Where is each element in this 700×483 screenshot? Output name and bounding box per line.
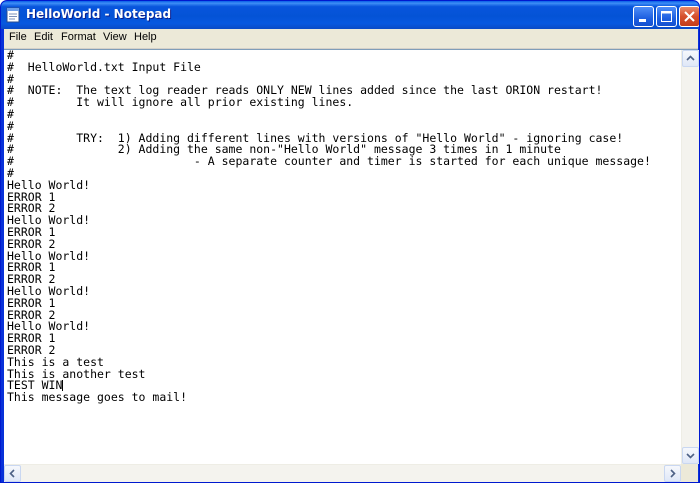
text-line: # HelloWorld.txt Input File	[7, 59, 201, 74]
menu-help[interactable]: Help	[134, 31, 157, 43]
text-line: Hello World!	[7, 319, 91, 334]
text-line: ERROR 2	[7, 342, 56, 357]
title-bar[interactable]: HelloWorld - Notepad	[1, 1, 699, 29]
text-line: This is another test	[7, 366, 146, 381]
text-line: ERROR 1	[7, 224, 56, 239]
minimize-icon	[639, 19, 646, 22]
menu-view[interactable]: View	[103, 31, 127, 43]
text-line: ERROR 2	[7, 272, 56, 287]
scroll-right-button[interactable]	[664, 465, 681, 482]
size-grip[interactable]	[681, 464, 698, 482]
text-line: ERROR 1	[7, 260, 56, 275]
close-button[interactable]	[679, 6, 699, 27]
text-line: ERROR 1	[7, 189, 56, 204]
text-line: This message goes to mail!	[7, 390, 188, 405]
text-line: Hello World!	[7, 283, 91, 298]
text-line: Hello World!	[7, 177, 91, 192]
document-text[interactable]: # # HelloWorld.txt Input File # # NOTE: The…	[7, 50, 675, 464]
maximize-button[interactable]	[656, 6, 677, 27]
menu-file[interactable]: File	[9, 31, 27, 43]
menu-edit[interactable]: Edit	[34, 31, 53, 43]
text-line: ERROR 2	[7, 307, 56, 322]
menu-bar: File Edit Format View Help	[4, 29, 698, 49]
scroll-down-button[interactable]	[682, 447, 699, 464]
text-line: #	[7, 106, 14, 121]
text-line: ERROR 1	[7, 295, 56, 310]
window-title: HelloWorld - Notepad	[26, 7, 172, 21]
text-line: ERROR 2	[7, 201, 56, 216]
notepad-icon[interactable]	[6, 7, 20, 23]
maximize-icon	[661, 11, 672, 22]
horizontal-scrollbar[interactable]	[4, 464, 681, 482]
menu-format[interactable]: Format	[61, 31, 96, 43]
arrow-right-icon	[670, 469, 676, 478]
minimize-button[interactable]	[633, 6, 654, 27]
text-line: # - A separate counter and timer is star…	[7, 154, 651, 169]
vertical-scrollbar[interactable]	[681, 50, 699, 464]
text-line: # It will ignore all prior existing line…	[7, 95, 354, 110]
text-line: ERROR 1	[7, 331, 56, 346]
text-line: Hello World!	[7, 248, 91, 263]
text-line: Hello World!	[7, 213, 91, 228]
scroll-left-button[interactable]	[4, 465, 21, 482]
text-editor[interactable]: # # HelloWorld.txt Input File # # NOTE: The…	[4, 49, 699, 482]
notepad-window: HelloWorld - Notepad File Edit Format Vi…	[0, 0, 700, 483]
arrow-up-icon	[686, 55, 695, 61]
text-line: ERROR 2	[7, 236, 56, 251]
close-icon	[684, 11, 695, 22]
scroll-up-button[interactable]	[682, 50, 699, 67]
arrow-down-icon	[686, 453, 695, 459]
text-line: #	[7, 165, 14, 180]
arrow-left-icon	[9, 469, 15, 478]
